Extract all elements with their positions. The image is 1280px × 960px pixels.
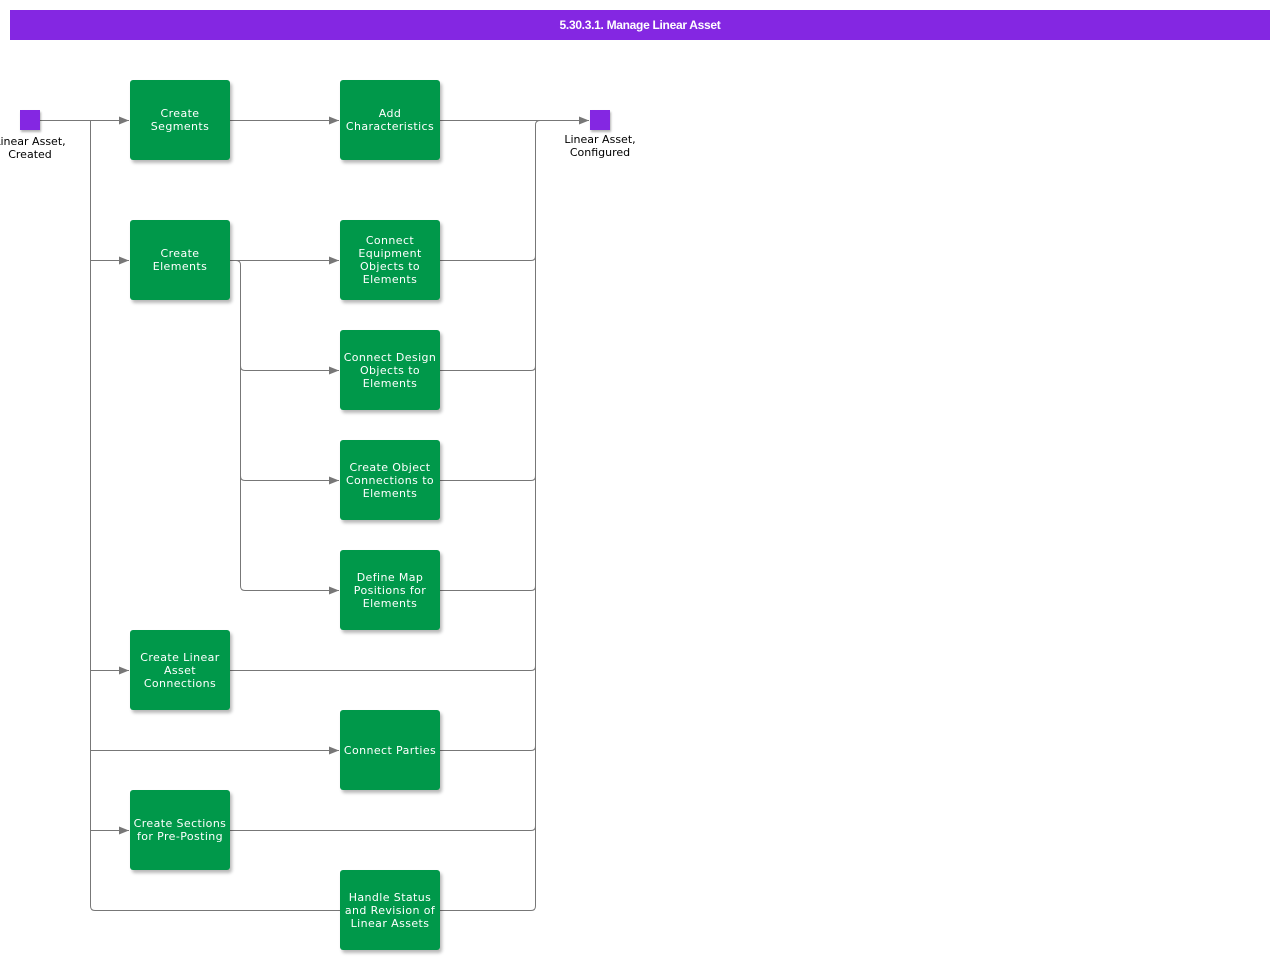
task-create-elements[interactable]: Create Elements	[130, 220, 230, 300]
task-create-linear-asset-connections[interactable]: Create Linear Asset Connections	[130, 630, 230, 710]
task-connect-parties[interactable]: Connect Parties	[340, 710, 440, 790]
task-create-segments[interactable]: Create Segments	[130, 80, 230, 160]
flow-create-elements-to-create-object-connections	[240, 475, 339, 485]
task-handle-status[interactable]: Handle Status and Revision of Linear Ass…	[340, 870, 440, 950]
flow-create-linear-asset-connections-to-end	[230, 665, 536, 671]
task-connect-equipment[interactable]: Connect Equipment Objects to Elements	[340, 220, 440, 300]
flow-connect-equipment-to-end	[440, 255, 536, 261]
task-add-characteristics[interactable]: Add Characteristics	[340, 80, 440, 160]
flow-create-elements-to-connect-design	[240, 365, 339, 375]
elements-split-rail	[235, 260, 339, 595]
flow-connect-parties-to-end	[440, 745, 536, 751]
flow-handle-status-to-end	[440, 905, 536, 911]
start-event-label: Linear Asset, Created	[0, 135, 66, 161]
flow-define-map-positions-to-end	[440, 585, 536, 591]
start-event[interactable]	[20, 110, 40, 130]
flow-connect-design-to-end	[440, 365, 536, 371]
flow-create-sections-to-end	[230, 825, 536, 831]
task-create-object-connections[interactable]: Create Object Connections to Elements	[340, 440, 440, 520]
task-define-map-positions[interactable]: Define Map Positions for Elements	[340, 550, 440, 630]
task-create-sections[interactable]: Create Sections for Pre-Posting	[130, 790, 230, 870]
end-event-label: Linear Asset, Configured	[564, 133, 636, 159]
right-join-rail	[535, 120, 541, 906]
flow-create-object-connections-to-end	[440, 475, 536, 481]
task-connect-design[interactable]: Connect Design Objects to Elements	[340, 330, 440, 410]
end-event[interactable]	[590, 110, 610, 130]
